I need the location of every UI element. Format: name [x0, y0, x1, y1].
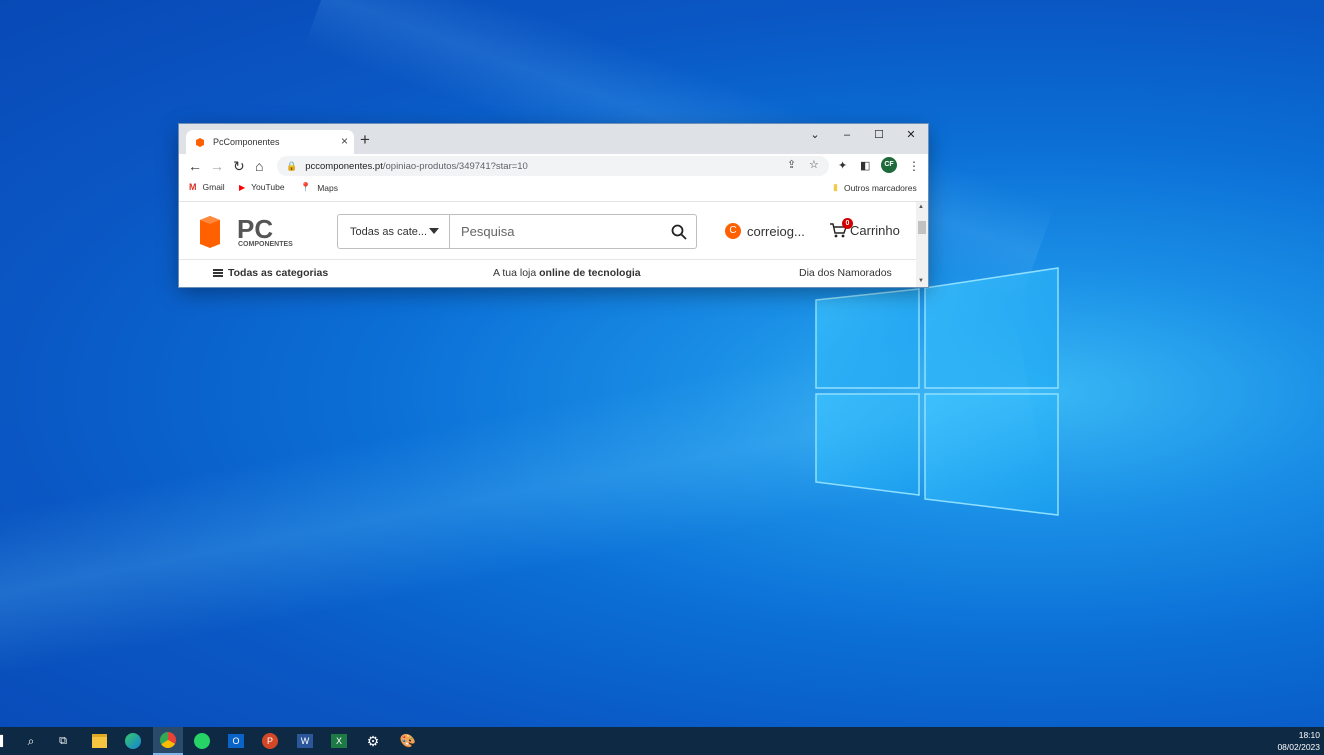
- file-explorer-icon[interactable]: [88, 731, 110, 751]
- bookmark-maps[interactable]: 📍 Maps: [300, 182, 338, 193]
- scrollbar-thumb[interactable]: [918, 221, 926, 234]
- back-icon[interactable]: ←: [188, 156, 202, 176]
- user-account[interactable]: C correiog...: [725, 223, 805, 239]
- gmail-icon: M: [189, 182, 197, 192]
- search-icon[interactable]: ⌕: [20, 731, 42, 751]
- tagline-bold: online de tecnologia: [539, 267, 641, 279]
- bookmark-gmail[interactable]: M Gmail: [189, 182, 225, 192]
- share-icon[interactable]: ⇪: [787, 158, 796, 171]
- cart-label: Carrinho: [850, 222, 900, 238]
- address-bar[interactable]: 🔒 pccomponentes.pt/opiniao-produtos/3497…: [277, 156, 829, 176]
- pccomponentes-favicon: [196, 138, 204, 147]
- promo-link[interactable]: Dia dos Namorados: [799, 267, 892, 279]
- start-button[interactable]: ▌: [0, 731, 7, 751]
- maximize-button[interactable]: ☐: [868, 127, 890, 143]
- user-label: correiog...: [747, 223, 805, 239]
- hamburger-icon: [213, 269, 223, 277]
- outlook-icon[interactable]: O: [225, 731, 247, 751]
- profile-avatar[interactable]: CF: [881, 157, 897, 173]
- bookmark-youtube[interactable]: ▶ YouTube: [239, 182, 285, 192]
- all-categories-label: Todas as categorias: [228, 267, 329, 279]
- word-icon[interactable]: W: [294, 731, 316, 751]
- tagline: A tua loja online de tecnologia: [493, 267, 641, 279]
- tab-pccomponentes[interactable]: PcComponentes ×: [186, 130, 354, 154]
- url-domain: pccomponentes.pt: [305, 160, 383, 172]
- side-panel-icon[interactable]: ◧: [860, 156, 870, 176]
- tab-title: PcComponentes: [213, 137, 280, 147]
- category-dropdown[interactable]: Todas as cate...: [338, 215, 450, 248]
- forward-icon[interactable]: →: [210, 156, 224, 176]
- cart-count-badge: 0: [842, 218, 853, 229]
- url-path: /opiniao-produtos/349741?star=10: [382, 160, 528, 172]
- menu-icon[interactable]: ⋮: [908, 156, 920, 176]
- browser-window: PcComponentes × + ⌄ – ☐ ✕ ← → ↻ ⌂ 🔒 pcco…: [179, 124, 928, 287]
- extensions-icon[interactable]: ✦: [838, 156, 847, 176]
- search-button[interactable]: [662, 215, 696, 248]
- browser-toolbar: ← → ↻ ⌂ 🔒 pccomponentes.pt/opiniao-produ…: [179, 154, 928, 178]
- page-scrollbar[interactable]: ▲ ▼: [916, 202, 928, 287]
- user-avatar: C: [725, 223, 741, 239]
- powerpoint-icon[interactable]: P: [259, 731, 281, 751]
- lock-icon: 🔒: [286, 160, 298, 171]
- caret-down-icon: [429, 228, 439, 234]
- paint-icon[interactable]: 🎨: [397, 731, 419, 751]
- bookmarks-bar: M Gmail ▶ YouTube 📍 Maps ▮ Outros marcad…: [179, 178, 928, 200]
- page-content: PC COMPONENTES Todas as cate... C correi…: [179, 201, 928, 287]
- scroll-down-icon[interactable]: ▼: [918, 278, 924, 284]
- clock-time: 18:10: [1298, 730, 1320, 740]
- search-input[interactable]: [450, 215, 662, 248]
- taskbar: ▌ ⌕ ⧉ O P W X ⚙ 🎨 18:10 08/02/2023: [0, 727, 1324, 755]
- other-bookmarks[interactable]: ▮ Outros marcadores: [833, 182, 917, 193]
- search-box: Todas as cate...: [337, 214, 697, 249]
- home-icon[interactable]: ⌂: [255, 156, 263, 176]
- category-nav: Todas as categorias A tua loja online de…: [179, 259, 916, 287]
- maps-icon: 📍: [300, 182, 312, 192]
- pccomponentes-logo[interactable]: PC COMPONENTES: [200, 214, 300, 248]
- whatsapp-icon[interactable]: [191, 731, 213, 751]
- task-view-icon[interactable]: ⧉: [52, 731, 74, 751]
- close-window-button[interactable]: ✕: [900, 127, 922, 143]
- bookmark-label: Maps: [317, 182, 339, 193]
- chrome-icon[interactable]: [153, 727, 183, 755]
- folder-icon: ▮: [833, 182, 838, 192]
- search-icon: [671, 224, 687, 240]
- bookmark-label: YouTube: [251, 182, 285, 192]
- minimize-button[interactable]: –: [836, 127, 858, 143]
- reload-icon[interactable]: ↻: [233, 156, 245, 176]
- logo-text: PC: [237, 214, 273, 244]
- bookmark-star-icon[interactable]: ☆: [809, 158, 819, 171]
- cart-button[interactable]: 0 Carrinho: [829, 218, 900, 238]
- bookmark-label: Gmail: [202, 182, 225, 192]
- scroll-up-icon[interactable]: ▲: [918, 204, 924, 210]
- close-tab-icon[interactable]: ×: [341, 134, 348, 148]
- tagline-prefix: A tua loja: [493, 267, 540, 279]
- settings-icon[interactable]: ⚙: [362, 731, 384, 751]
- edge-icon[interactable]: [122, 731, 144, 751]
- tab-search-icon[interactable]: ⌄: [804, 127, 826, 143]
- category-label: Todas as cate...: [350, 225, 428, 238]
- other-bookmarks-label: Outros marcadores: [843, 182, 917, 193]
- title-bar: PcComponentes × + ⌄ – ☐ ✕: [179, 124, 928, 154]
- all-categories-menu[interactable]: Todas as categorias: [213, 267, 328, 279]
- new-tab-button[interactable]: +: [360, 130, 370, 150]
- system-clock[interactable]: 18:10 08/02/2023: [1277, 729, 1320, 753]
- windows-logo-wallpaper: [815, 267, 1059, 516]
- youtube-icon: ▶: [239, 182, 246, 192]
- excel-icon[interactable]: X: [328, 731, 350, 751]
- clock-date: 08/02/2023: [1277, 742, 1320, 752]
- logo-subtext: COMPONENTES: [238, 241, 293, 248]
